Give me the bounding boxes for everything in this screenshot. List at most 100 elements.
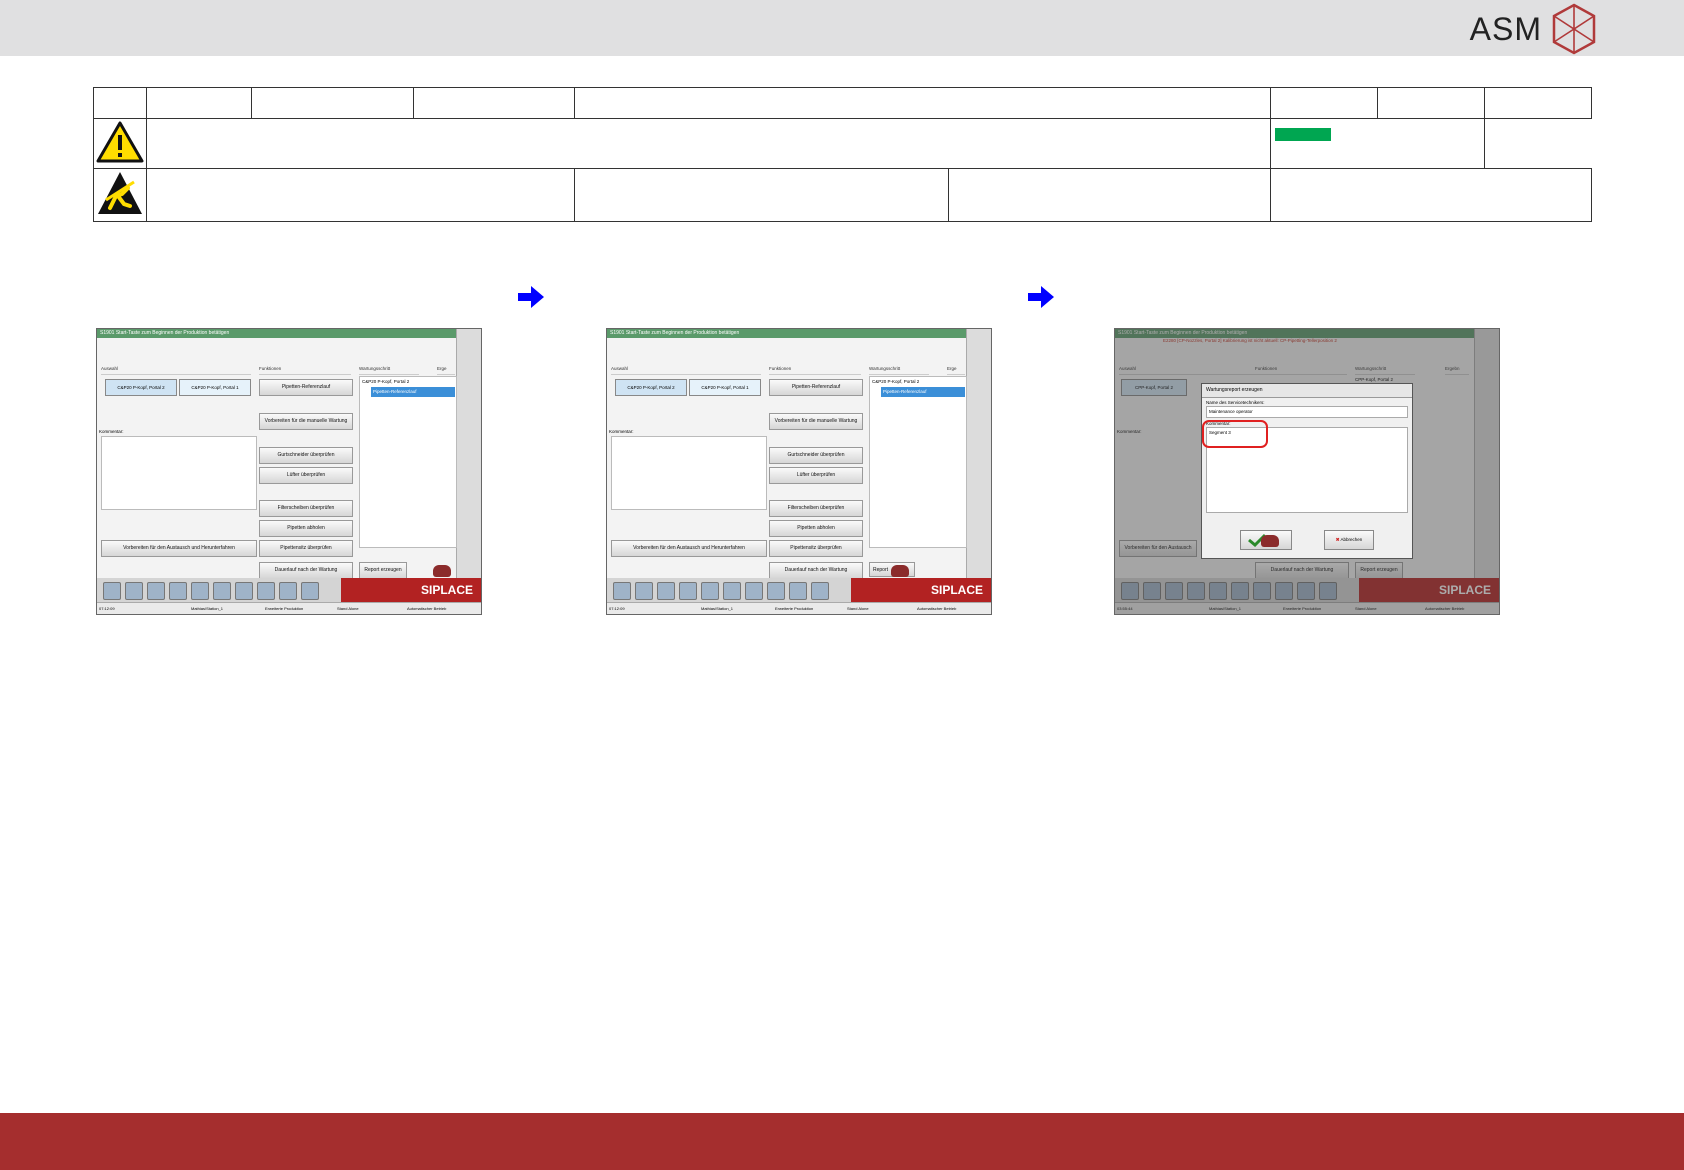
siplace-brand: SIPLACE (341, 578, 481, 602)
comment-field[interactable]: Segment 3 (1202, 420, 1408, 513)
taskbar-icon[interactable] (701, 582, 719, 600)
comment-box[interactable] (101, 436, 257, 510)
status-bar: 07:12:09 Mathias\Station_1 Erweiterte Pr… (97, 602, 481, 614)
fn-button[interactable]: Filterscheiben überprüfen (259, 500, 353, 517)
taskbar-icon[interactable] (257, 582, 275, 600)
report-button[interactable]: Report erzeugen (359, 562, 407, 579)
ok-button[interactable] (1240, 530, 1292, 550)
esd-icon (98, 171, 142, 214)
taskbar-icon[interactable] (789, 582, 807, 600)
comment-box[interactable] (611, 436, 767, 510)
taskbar-icon[interactable] (147, 582, 165, 600)
kommentar-label: Kommentar: (609, 429, 634, 434)
header-cell (1270, 87, 1378, 119)
warning-cell (93, 118, 147, 169)
list-head: C&P20 P-Kopf, Portal 2 (872, 379, 920, 384)
right-toolbar (966, 329, 991, 578)
header-cell (1377, 87, 1485, 119)
taskbar-icon[interactable] (613, 582, 631, 600)
taskbar-icon[interactable] (103, 582, 121, 600)
status-time: 07:12:09 (99, 606, 115, 611)
fn-button[interactable]: Pipetten-Referenzlauf (259, 379, 353, 396)
taskbar-icon[interactable] (811, 582, 829, 600)
fn-button[interactable]: Dauerlauf nach der Wartung (769, 562, 863, 579)
taskbar-icon[interactable] (745, 582, 763, 600)
pointer-hand-icon (1261, 535, 1279, 547)
screenshot-step-3: S1901 Start-Taste zum Beginnen der Produ… (1114, 328, 1500, 615)
taskbar-icon[interactable] (235, 582, 253, 600)
fn-button[interactable]: Vorbereiten für die manuelle Wartung (259, 413, 353, 430)
dialog-title: Wartungsreport erzeugen (1202, 384, 1412, 398)
col-wartung: Wartungsschritt (359, 366, 419, 375)
list-item-selected[interactable]: Pipetten-Referenzlauf (371, 387, 455, 397)
screen-title: S1901 Start-Taste zum Beginnen der Produ… (97, 329, 460, 338)
cancel-x-icon: ✖ (1335, 537, 1340, 542)
header-cell (251, 87, 414, 119)
fn-button[interactable]: Pipetten abholen (259, 520, 353, 537)
taskbar-icon[interactable] (301, 582, 319, 600)
fn-button[interactable]: Pipettensitz überprüfen (259, 540, 353, 557)
taskbar-icon[interactable] (169, 582, 187, 600)
fn-button[interactable]: Vorbereiten für die manuelle Wartung (769, 413, 863, 430)
col-funktionen: Funktionen (769, 366, 861, 375)
highlight-ring (1202, 420, 1268, 448)
status-mode: Erweiterte Produktion (775, 606, 814, 611)
name-field[interactable]: Maintenance operator (1206, 406, 1408, 418)
status-green-cell (1270, 118, 1485, 169)
status-mode: Erweiterte Produktion (265, 606, 304, 611)
select-portal-1[interactable]: C&P20 P-Kopf, Portal 1 (179, 379, 251, 396)
taskbar-icon[interactable] (657, 582, 675, 600)
cancel-label: Abbrechen (1340, 537, 1363, 542)
fn-button[interactable]: Pipettensitz überprüfen (769, 540, 863, 557)
fn-button[interactable]: Gurtschneider überprüfen (259, 447, 353, 464)
taskbar-icon[interactable] (767, 582, 785, 600)
green-status-bar (1275, 128, 1331, 141)
status-station: Mathias\Station_1 (701, 606, 734, 611)
select-portal-2[interactable]: C&P20 P-Kopf, Portal 2 (615, 379, 687, 396)
shutdown-button[interactable]: Vorbereiten für den Austausch und Herunt… (101, 540, 257, 557)
fn-button[interactable]: Lüfter überprüfen (259, 467, 353, 484)
info-cell (948, 168, 1271, 222)
fn-button[interactable]: Gurtschneider überprüfen (769, 447, 863, 464)
report-dialog: Wartungsreport erzeugen Name des Service… (1201, 383, 1413, 559)
fn-button[interactable]: Pipetten-Referenzlauf (769, 379, 863, 396)
taskbar-icon[interactable] (723, 582, 741, 600)
arrow-right-icon (1028, 286, 1054, 308)
fn-button[interactable]: Filterscheiben überprüfen (769, 500, 863, 517)
fn-button[interactable]: Lüfter überprüfen (769, 467, 863, 484)
fn-button[interactable]: Pipetten abholen (769, 520, 863, 537)
maintenance-list: C&P20 P-Kopf, Portal 2 Pipetten-Referenz… (359, 376, 457, 548)
taskbar-icon[interactable] (679, 582, 697, 600)
taskbar-icon[interactable] (635, 582, 653, 600)
warning-icon (96, 121, 144, 163)
taskbar-icon[interactable] (213, 582, 231, 600)
col-wartung: Wartungsschritt (869, 366, 929, 375)
pointer-hand-icon (433, 565, 451, 577)
select-portal-2[interactable]: C&P20 P-Kopf, Portal 2 (105, 379, 177, 396)
header-cell (413, 87, 575, 119)
kommentar-label: Kommentar: (99, 429, 124, 434)
taskbar-icon[interactable] (279, 582, 297, 600)
pointer-hand-icon (891, 565, 909, 577)
info-cell (1270, 168, 1592, 222)
fn-button[interactable]: Dauerlauf nach der Wartung (259, 562, 353, 579)
asm-logo: ASM (1470, 3, 1598, 55)
maintenance-list: C&P20 P-Kopf, Portal 2 Pipetten-Referenz… (869, 376, 967, 548)
status-line: Stand Alone (847, 606, 869, 611)
esd-cell (93, 168, 147, 222)
status-time: 07:12:09 (609, 606, 625, 611)
header-cell (1484, 87, 1592, 119)
select-portal-1[interactable]: C&P20 P-Kopf, Portal 1 (689, 379, 761, 396)
footer-bar (0, 1113, 1684, 1170)
cancel-button[interactable]: ✖ Abbrechen (1324, 530, 1374, 550)
col-ergebnis: Erge (437, 366, 455, 375)
list-item-selected[interactable]: Pipetten-Referenzlauf (881, 387, 965, 397)
warning-text-cell (146, 118, 1271, 169)
screenshot-step-1: S1901 Start-Taste zum Beginnen der Produ… (96, 328, 482, 615)
taskbar-icon[interactable] (125, 582, 143, 600)
shutdown-button[interactable]: Vorbereiten für den Austausch und Herunt… (611, 540, 767, 557)
taskbar-icon[interactable] (191, 582, 209, 600)
col-auswahl: Auswahl (611, 366, 761, 375)
name-label: Name des Servicetechnikers: (1206, 400, 1265, 405)
right-toolbar (456, 329, 481, 578)
